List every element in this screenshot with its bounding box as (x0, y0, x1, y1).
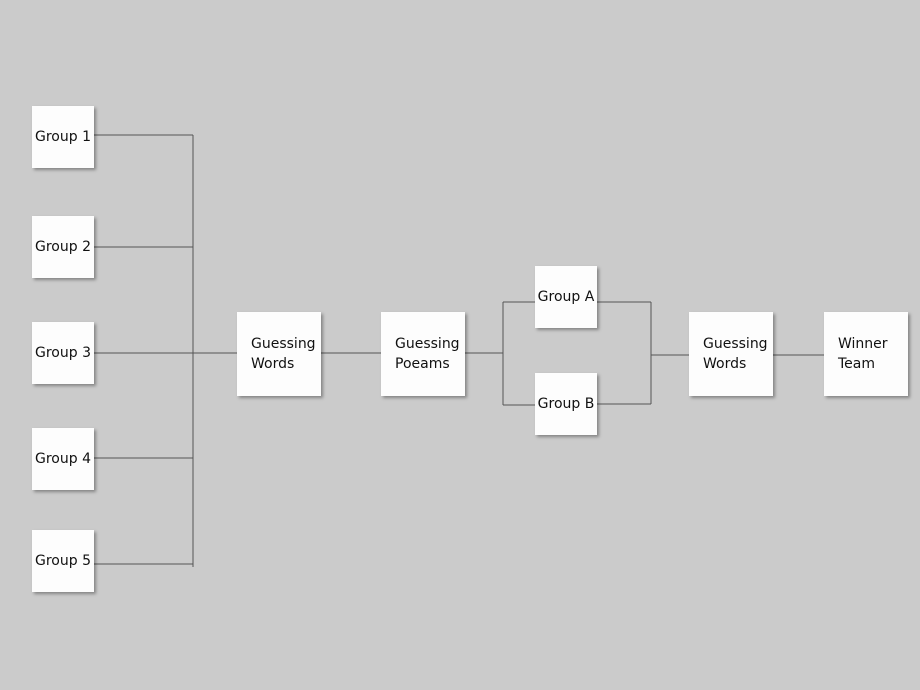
node-label: Group A (537, 289, 595, 305)
node-label: Guessing (395, 336, 460, 352)
node-label: Words (251, 356, 295, 372)
guessing-words-node[interactable]: Guessing Words (237, 312, 321, 396)
node-label: Guessing (251, 336, 316, 352)
group-3-node[interactable]: Group 3 (32, 322, 94, 384)
node-label: Group 4 (35, 451, 91, 467)
node-label: Words (703, 356, 747, 372)
group-4-node[interactable]: Group 4 (32, 428, 94, 490)
group-2-node[interactable]: Group 2 (32, 216, 94, 278)
group-a-node[interactable]: Group A (535, 266, 597, 328)
final-guessing-words-node[interactable]: Guessing Words (689, 312, 773, 396)
group-5-node[interactable]: Group 5 (32, 530, 94, 592)
node-label: Team (838, 356, 876, 372)
node-label: Winner (838, 336, 888, 352)
group-1-node[interactable]: Group 1 (32, 106, 94, 168)
node-label: Group 5 (35, 553, 91, 569)
node-label: Guessing (703, 336, 768, 352)
node-label: Group 1 (35, 129, 91, 145)
guessing-poems-node[interactable]: Guessing Poeams (381, 312, 465, 396)
winner-team-node[interactable]: Winner Team (824, 312, 908, 396)
node-label: Group 2 (35, 239, 91, 255)
node-label: Poeams (395, 356, 450, 372)
node-label: Group B (537, 396, 595, 412)
node-label: Group 3 (35, 345, 91, 361)
group-b-node[interactable]: Group B (535, 373, 597, 435)
